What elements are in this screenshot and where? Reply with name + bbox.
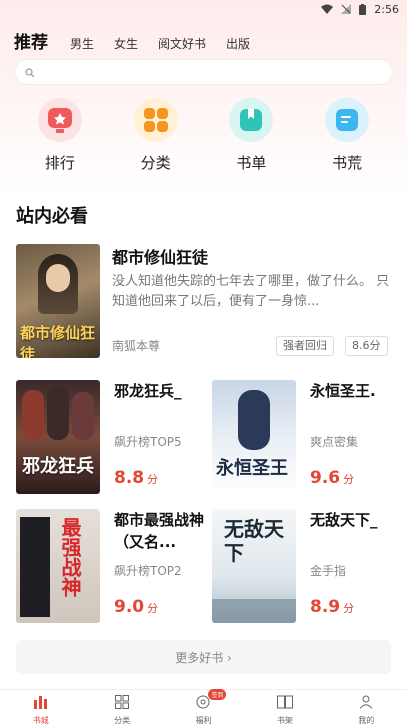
book-description: 没人知道他失踪的七年去了哪里，做了什么。 只知道他回来了以后，便有了一身惊... bbox=[112, 274, 390, 309]
category-shortage[interactable]: 书荒 bbox=[312, 98, 382, 173]
book-score: 8.9 分 bbox=[310, 597, 355, 617]
nav-welfare[interactable]: 签到 福利 bbox=[173, 689, 233, 725]
book-list-icon bbox=[229, 98, 274, 142]
wifi-icon bbox=[321, 4, 334, 14]
book-meta: 飙升榜TOP5 bbox=[114, 435, 182, 449]
more-books-button[interactable]: 更多好书 › bbox=[16, 640, 391, 674]
book-cover: 最强战神 bbox=[16, 509, 100, 623]
book-cover: 永恒圣王 bbox=[212, 380, 296, 494]
search-bar[interactable] bbox=[14, 59, 393, 85]
book-score: 9.6 分 bbox=[310, 468, 355, 488]
grid-icon bbox=[133, 98, 178, 142]
featured-book[interactable]: 都市修仙狂徒 都市修仙狂徒 没人知道他失踪的七年去了哪里，做了什么。 只知道他回… bbox=[16, 244, 391, 358]
book-score: 8.8 分 bbox=[114, 468, 159, 488]
nav-label: 我的 bbox=[358, 716, 375, 725]
tab-recommend[interactable]: 推荐 bbox=[14, 28, 48, 53]
category-classify[interactable]: 分类 bbox=[121, 98, 191, 173]
clock: 2:56 bbox=[374, 2, 399, 16]
status-bar: 2:56 bbox=[0, 0, 407, 18]
search-icon bbox=[25, 63, 35, 82]
category-ranking[interactable]: 排行 bbox=[25, 98, 95, 173]
tab-female[interactable]: 女生 bbox=[114, 35, 138, 52]
book-title: 无敌天下_ bbox=[310, 511, 378, 529]
category-label: 分类 bbox=[140, 154, 171, 172]
nav-label: 福利 bbox=[195, 716, 212, 725]
book-author: 南狐本尊 bbox=[112, 339, 161, 353]
category-booklist[interactable]: 书单 bbox=[216, 98, 286, 173]
book-score: 9.0 分 bbox=[114, 597, 159, 617]
tab-publish[interactable]: 出版 bbox=[226, 35, 250, 52]
tab-yuewen[interactable]: 阅文好书 bbox=[158, 35, 206, 52]
book-meta: 金手指 bbox=[310, 564, 347, 578]
nav-label: 分类 bbox=[114, 716, 131, 725]
search-input[interactable] bbox=[41, 65, 371, 79]
nav-category[interactable]: 分类 bbox=[92, 690, 152, 725]
book-title: 永恒圣王. bbox=[310, 382, 376, 400]
book-title: 邪龙狂兵_ bbox=[114, 382, 182, 400]
book-card[interactable]: 无敌天下 无敌天下_ 金手指 8.9 分 bbox=[212, 509, 402, 625]
book-title: 都市修仙狂徒 bbox=[112, 248, 209, 267]
category-tabs: 推荐 男生 女生 阅文好书 出版 bbox=[14, 28, 270, 53]
signin-badge: 签到 bbox=[208, 689, 227, 700]
book-tag: 强者回归 bbox=[276, 336, 334, 356]
battery-icon bbox=[359, 3, 367, 15]
bottom-nav: 书城 分类 签到 福利 书架 我的 bbox=[0, 689, 407, 725]
book-cover: 都市修仙狂徒 bbox=[16, 244, 100, 358]
category-label: 排行 bbox=[44, 154, 75, 172]
nav-label: 书架 bbox=[276, 716, 293, 725]
quick-categories: 排行 分类 书单 书荒 bbox=[0, 98, 407, 173]
book-card[interactable]: 最强战神 都市最强战神（又名... 飙升榜TOP2 9.0 分 bbox=[16, 509, 206, 625]
tab-male[interactable]: 男生 bbox=[70, 35, 94, 52]
nav-label: 书城 bbox=[32, 716, 49, 725]
book-meta: 爽点密集 bbox=[310, 435, 359, 449]
nav-bookshelf[interactable]: 书架 bbox=[255, 690, 315, 725]
user-icon bbox=[359, 694, 373, 713]
book-title: 都市最强战神（又名... bbox=[114, 511, 205, 549]
nav-mine[interactable]: 我的 bbox=[336, 690, 396, 725]
bookstore-icon bbox=[33, 694, 49, 713]
bookshelf-icon bbox=[276, 694, 293, 713]
chat-icon bbox=[325, 98, 370, 142]
category-label: 书单 bbox=[236, 154, 267, 172]
book-cover: 无敌天下 bbox=[212, 509, 296, 623]
signal-icon bbox=[341, 4, 352, 14]
book-card[interactable]: 永恒圣王 永恒圣王. 爽点密集 9.6 分 bbox=[212, 380, 402, 496]
grid-icon bbox=[115, 694, 130, 713]
book-score: 8.6分 bbox=[345, 336, 388, 356]
trophy-icon bbox=[37, 98, 82, 142]
category-label: 书荒 bbox=[332, 154, 363, 172]
nav-bookstore[interactable]: 书城 bbox=[11, 690, 71, 725]
section-title: 站内必看 bbox=[16, 206, 88, 227]
book-cover: 邪龙狂兵 bbox=[16, 380, 100, 494]
book-card[interactable]: 邪龙狂兵 邪龙狂兵_ 飙升榜TOP5 8.8 分 bbox=[16, 380, 206, 496]
book-meta: 飙升榜TOP2 bbox=[114, 564, 182, 578]
